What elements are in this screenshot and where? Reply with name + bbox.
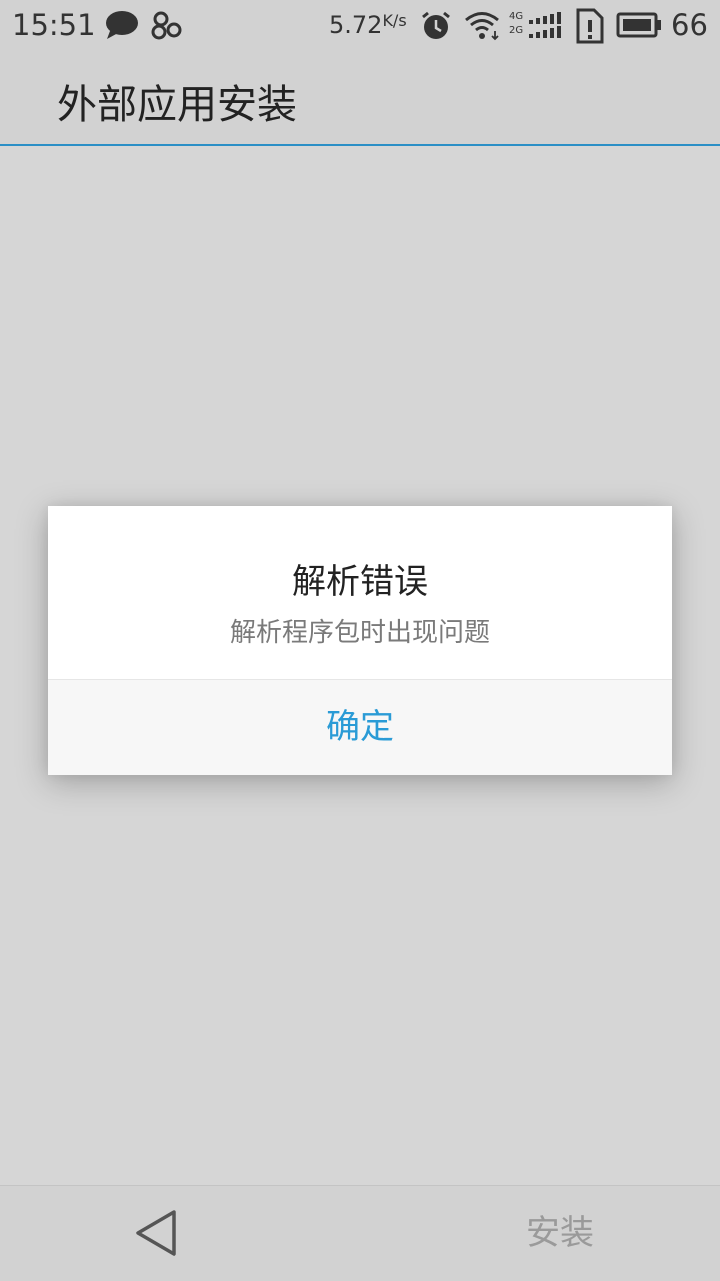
battery-level: 66 [671, 8, 708, 42]
signal-icon: 4G 2G [509, 11, 563, 41]
app-bar: 外部应用安装 [0, 50, 720, 146]
page-title: 外部应用安装 [57, 82, 297, 128]
dialog-actions: 确定 [48, 679, 672, 775]
error-dialog: 解析错误 解析程序包时出现问题 确定 [48, 506, 672, 775]
message-icon [104, 9, 140, 45]
network-speed-value: 5.72 [329, 11, 383, 39]
status-bar: 15:51 5.72K/s 4G 2G 66 [0, 0, 720, 50]
network-speed-unit: K/s [382, 11, 407, 30]
wifi-icon [464, 11, 500, 45]
network-speed: 5.72K/s [329, 11, 407, 39]
status-time: 15:51 [12, 8, 96, 42]
network-2g-label: 2G [509, 25, 524, 36]
pinwheel-icon [150, 10, 184, 44]
bottom-bar: 安装 [0, 1185, 720, 1281]
network-4g-label: 4G [509, 11, 524, 22]
ok-button[interactable]: 确定 [48, 680, 672, 775]
dialog-title: 解析错误 [292, 562, 428, 602]
alarm-icon [420, 10, 452, 46]
sim-icon [576, 8, 604, 48]
back-triangle-icon [136, 1210, 176, 1256]
install-button[interactable]: 安装 [500, 1208, 620, 1258]
battery-icon [616, 12, 662, 42]
dialog-message: 解析程序包时出现问题 [229, 618, 490, 648]
back-button[interactable] [126, 1204, 186, 1264]
